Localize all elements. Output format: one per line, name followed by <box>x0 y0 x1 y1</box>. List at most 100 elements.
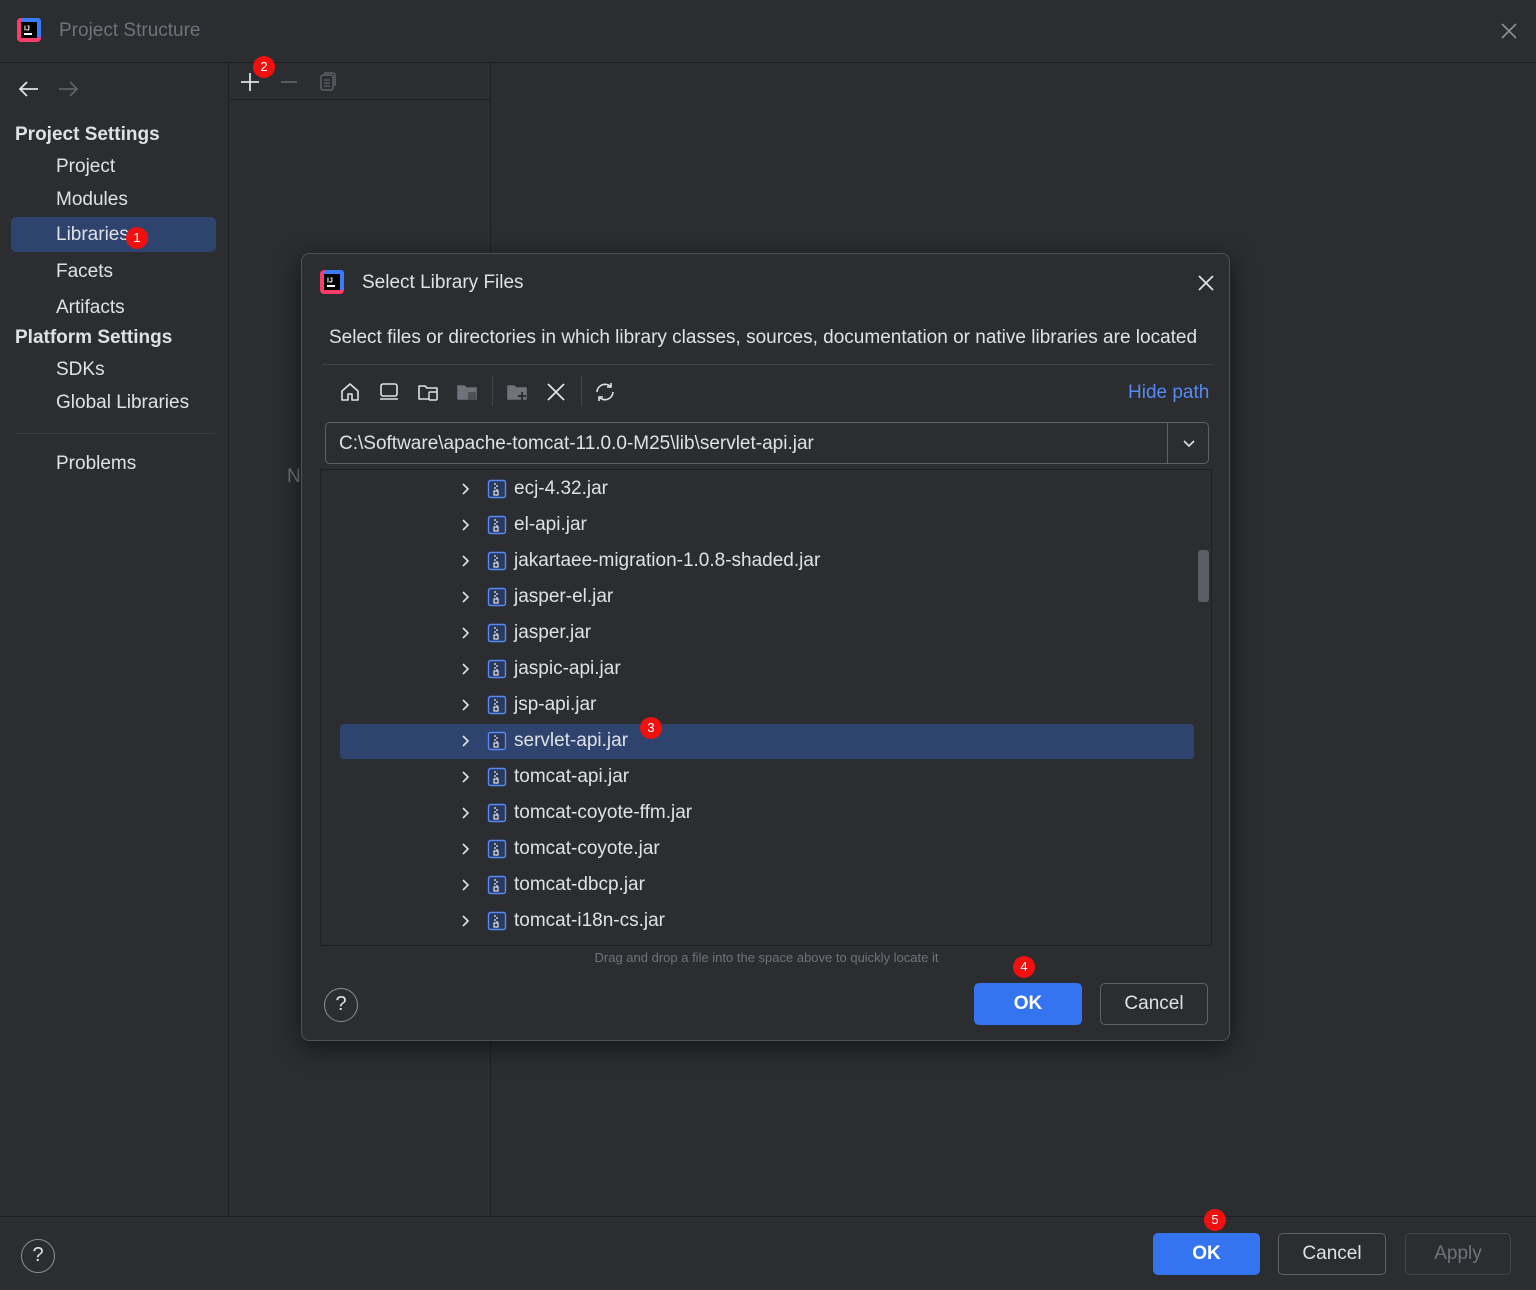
chevron-right-icon[interactable] <box>458 553 474 569</box>
new-folder-icon[interactable] <box>505 380 529 404</box>
tree-row[interactable]: jasper-el.jar <box>340 580 1194 615</box>
refresh-icon[interactable] <box>593 380 617 404</box>
chevron-right-icon[interactable] <box>458 913 474 929</box>
bottom-bar: ? OK Cancel Apply <box>0 1216 1536 1290</box>
annotation-badge: 4 <box>1013 956 1035 978</box>
help-button[interactable]: ? <box>21 1239 55 1273</box>
chevron-right-icon[interactable] <box>458 733 474 749</box>
annotation-badge: 3 <box>640 717 662 739</box>
tree-row[interactable]: tomcat-coyote-ffm.jar <box>340 796 1194 831</box>
dialog-description: Select files or directories in which lib… <box>329 327 1198 348</box>
chevron-right-icon[interactable] <box>458 805 474 821</box>
platform-settings-header: Platform Settings <box>15 327 173 348</box>
tree-row[interactable]: jaspic-api.jar <box>340 652 1194 687</box>
hide-path-link[interactable]: Hide path <box>1128 382 1209 404</box>
chevron-right-icon[interactable] <box>458 517 474 533</box>
apply-button[interactable]: Apply <box>1405 1233 1511 1275</box>
tree-row[interactable]: tomcat-i18n-cs.jar <box>340 904 1194 939</box>
file-tree[interactable]: ecj-4.32.jar el-api.jar jakartaee-migratio… <box>320 469 1212 946</box>
tree-item-label: tomcat-dbcp.jar <box>514 874 645 895</box>
jar-file-icon <box>487 731 507 751</box>
tree-row[interactable]: tomcat-coyote.jar <box>340 832 1194 867</box>
annotation-badge: 5 <box>1204 1209 1226 1231</box>
tree-item-label: el-api.jar <box>514 514 587 535</box>
chevron-right-icon[interactable] <box>458 769 474 785</box>
svg-text:IJ: IJ <box>24 26 30 33</box>
tree-row[interactable]: el-api.jar <box>340 508 1194 543</box>
chevron-right-icon[interactable] <box>458 625 474 641</box>
tree-item-label: jasper-el.jar <box>514 586 614 607</box>
module-folder-icon[interactable] <box>455 380 479 404</box>
sidebar-divider <box>15 433 215 434</box>
drag-drop-hint: Drag and drop a file into the space abov… <box>594 950 939 965</box>
chevron-right-icon[interactable] <box>458 661 474 677</box>
jar-file-icon <box>487 659 507 679</box>
home-icon[interactable] <box>338 380 362 404</box>
chevron-right-icon[interactable] <box>458 697 474 713</box>
tree-item-label: jaspic-api.jar <box>514 658 621 679</box>
jar-file-icon <box>487 839 507 859</box>
back-arrow-icon[interactable] <box>18 79 40 99</box>
tree-item-label: servlet-api.jar <box>514 730 629 751</box>
combo-separator <box>1167 423 1168 463</box>
sidebar-item-artifacts[interactable]: Artifacts <box>11 290 216 325</box>
sidebar-item-project[interactable]: Project <box>11 149 216 184</box>
chevron-right-icon[interactable] <box>458 841 474 857</box>
tree-row[interactable]: tomcat-api.jar <box>340 760 1194 795</box>
sidebar-item-facets[interactable]: Facets <box>11 254 216 289</box>
help-button[interactable]: ? <box>324 988 358 1022</box>
jar-file-icon <box>487 875 507 895</box>
annotation-badge: 1 <box>126 227 148 249</box>
sidebar-item-problems[interactable]: Problems <box>11 446 216 481</box>
desktop-icon[interactable] <box>377 380 401 404</box>
jar-file-icon <box>487 911 507 931</box>
ok-button[interactable]: OK <box>1153 1233 1260 1275</box>
chevron-right-icon[interactable] <box>458 481 474 497</box>
forward-arrow-icon[interactable] <box>57 79 79 99</box>
sidebar-item-modules[interactable]: Modules <box>11 182 216 217</box>
tree-row[interactable]: ecj-4.32.jar <box>340 472 1194 507</box>
svg-text:IJ: IJ <box>327 278 333 285</box>
jar-file-icon <box>487 695 507 715</box>
project-folder-icon[interactable] <box>416 380 440 404</box>
delete-icon[interactable] <box>544 380 568 404</box>
path-input[interactable]: C:\Software\apache-tomcat-11.0.0-M25\lib… <box>339 433 814 455</box>
tree-row[interactable]: tomcat-dbcp.jar <box>340 868 1194 903</box>
sidebar-item-libraries[interactable]: Libraries <box>11 217 216 252</box>
tree-row[interactable]: jakartaee-migration-1.0.8-shaded.jar <box>340 544 1194 579</box>
jar-file-icon <box>487 551 507 571</box>
minus-icon[interactable] <box>277 70 301 94</box>
path-combobox[interactable]: C:\Software\apache-tomcat-11.0.0-M25\lib… <box>325 422 1209 464</box>
empty-list-placeholder: N <box>287 466 301 487</box>
jar-file-icon <box>487 803 507 823</box>
jar-file-icon <box>487 623 507 643</box>
jar-file-icon <box>487 515 507 535</box>
close-icon[interactable] <box>1498 20 1520 42</box>
tree-row[interactable]: jasper.jar <box>340 616 1194 651</box>
jar-file-icon <box>487 479 507 499</box>
tree-item-label: jsp-api.jar <box>514 694 597 715</box>
copy-icon[interactable] <box>316 70 340 94</box>
sidebar-item-global-libraries[interactable]: Global Libraries <box>11 385 216 420</box>
cancel-button[interactable]: Cancel <box>1278 1233 1386 1275</box>
chevron-right-icon[interactable] <box>458 877 474 893</box>
tree-scrollbar[interactable] <box>1198 550 1209 602</box>
close-icon[interactable] <box>1195 272 1217 294</box>
tree-row[interactable]: servlet-api.jar <box>340 724 1194 759</box>
tree-row[interactable]: jsp-api.jar <box>340 688 1194 723</box>
title-bar: IJ Project Structure <box>0 0 1536 63</box>
dialog-separator <box>322 364 1212 365</box>
chevron-right-icon[interactable] <box>458 589 474 605</box>
sidebar-item-sdks[interactable]: SDKs <box>11 352 216 387</box>
chevron-down-icon[interactable] <box>1178 432 1200 454</box>
tree-item-label: tomcat-coyote.jar <box>514 838 660 859</box>
intellij-logo-icon: IJ <box>320 270 344 294</box>
tree-item-label: tomcat-i18n-cs.jar <box>514 910 665 931</box>
cancel-button[interactable]: Cancel <box>1100 983 1208 1025</box>
tree-item-label: jakartaee-migration-1.0.8-shaded.jar <box>514 550 821 571</box>
tree-item-label: tomcat-coyote-ffm.jar <box>514 802 693 823</box>
sidebar: Project Settings Project Modules Librari… <box>0 63 229 1216</box>
select-library-files-dialog: IJ Select Library Files Select files or … <box>301 253 1230 1041</box>
tree-item-label: ecj-4.32.jar <box>514 478 608 499</box>
ok-button[interactable]: OK <box>974 983 1082 1025</box>
